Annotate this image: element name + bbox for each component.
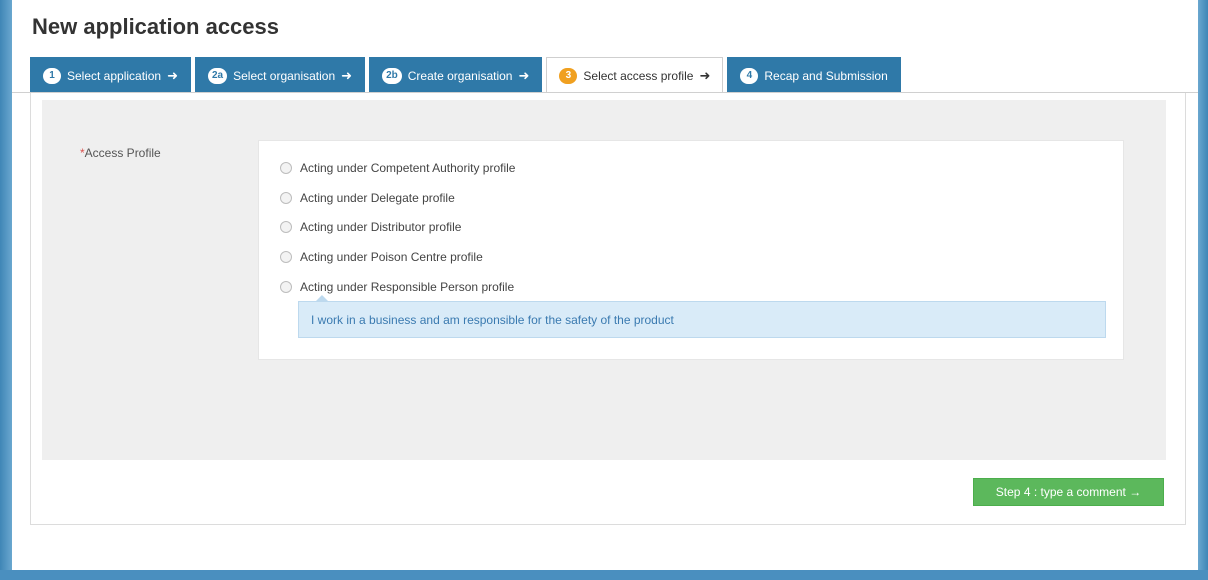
arrow-right-icon: ➜	[167, 67, 178, 83]
option-label: Acting under Competent Authority profile	[300, 161, 516, 175]
window-frame-right	[1198, 0, 1208, 580]
option-label: Acting under Distributor profile	[300, 220, 462, 234]
option-competent-authority[interactable]: Acting under Competent Authority profile	[280, 161, 515, 175]
arrow-right-icon: ➜	[518, 67, 530, 83]
tab-label: Select access profile	[583, 68, 694, 83]
step-badge: 3	[559, 67, 578, 84]
window-frame-left	[0, 0, 12, 580]
option-poison-centre[interactable]: Acting under Poison Centre profile	[280, 250, 483, 264]
option-delegate[interactable]: Acting under Delegate profile	[280, 191, 455, 205]
radio-button[interactable]	[280, 251, 292, 263]
radio-button[interactable]	[280, 281, 292, 293]
tab-select-access-profile[interactable]: 3 Select access profile ➜	[546, 57, 724, 93]
profile-hint-tooltip: I work in a business and am responsible …	[298, 301, 1106, 338]
radio-button[interactable]	[280, 221, 292, 233]
option-responsible-person[interactable]: Acting under Responsible Person profile	[280, 280, 514, 294]
option-label: Acting under Poison Centre profile	[300, 250, 483, 264]
step-badge: 2b	[382, 67, 402, 84]
option-label: Acting under Delegate profile	[300, 191, 455, 205]
tab-select-application[interactable]: 1 Select application ➜	[30, 57, 191, 93]
page-title: New application access	[32, 14, 279, 39]
tab-create-organisation[interactable]: 2b Create organisation ➜	[369, 57, 543, 93]
step-badge: 2a	[207, 67, 228, 84]
tab-label: Create organisation	[407, 68, 513, 83]
access-profile-label: *Access Profile	[80, 146, 161, 160]
tab-label: Select application	[67, 68, 162, 83]
step-badge: 1	[43, 67, 61, 84]
radio-button[interactable]	[280, 162, 292, 174]
tab-recap-and-submission[interactable]: 4 Recap and Submission	[727, 57, 901, 93]
wizard-tabs: 1 Select application ➜ 2a Select organis…	[30, 57, 901, 93]
tab-label: Select organisation	[233, 68, 336, 83]
arrow-right-icon: ➜	[341, 67, 353, 83]
option-distributor[interactable]: Acting under Distributor profile	[280, 220, 461, 234]
window-frame-bottom	[0, 570, 1208, 580]
option-label: Acting under Responsible Person profile	[300, 280, 515, 294]
next-step-button[interactable]: Step 4 : type a comment →	[973, 478, 1164, 506]
radio-button[interactable]	[280, 192, 292, 204]
field-label-text: Access Profile	[84, 146, 161, 160]
step-badge: 4	[740, 67, 759, 84]
tab-select-organisation[interactable]: 2a Select organisation ➜	[194, 57, 366, 93]
tab-label: Recap and Submission	[764, 68, 888, 83]
arrow-right-icon: ➜	[699, 67, 711, 83]
